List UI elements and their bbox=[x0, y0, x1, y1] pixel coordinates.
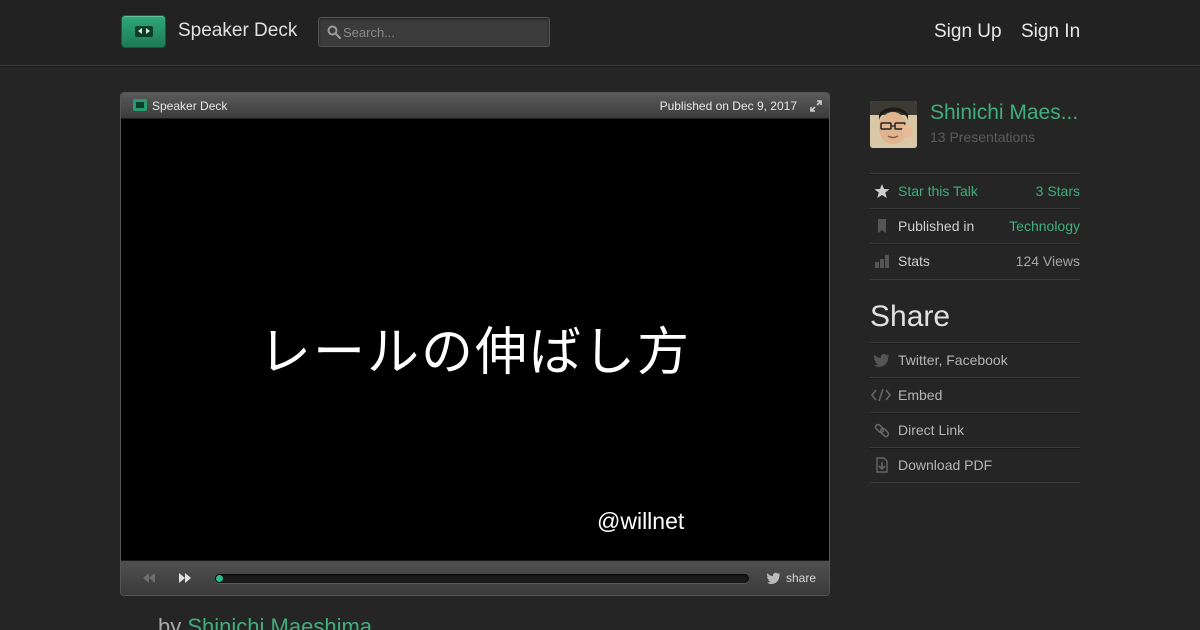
download-pdf-row[interactable]: Download PDF bbox=[870, 447, 1080, 482]
speaker-deck-logo-icon[interactable] bbox=[121, 15, 166, 48]
byline: by Shinichi Maeshima bbox=[158, 614, 372, 630]
author-avatar[interactable] bbox=[870, 101, 917, 148]
divider bbox=[870, 279, 1080, 280]
stats-label: Stats bbox=[898, 253, 930, 269]
twitter-bird-icon bbox=[767, 572, 780, 584]
embed-label[interactable]: Embed bbox=[898, 387, 942, 403]
player-brand[interactable]: Speaker Deck bbox=[152, 99, 227, 113]
share-social-label[interactable]: Twitter, Facebook bbox=[898, 352, 1008, 368]
player-top-bar: Speaker Deck Published on Dec 9, 2017 bbox=[121, 93, 829, 119]
bookmark-icon bbox=[878, 219, 886, 233]
search-icon bbox=[327, 25, 341, 39]
byline-author-link[interactable]: Shinichi Maeshima bbox=[187, 614, 372, 630]
divider bbox=[870, 482, 1080, 483]
link-chain-icon bbox=[874, 423, 890, 438]
published-in-row: Published in Technology bbox=[870, 208, 1080, 243]
direct-link-label[interactable]: Direct Link bbox=[898, 422, 964, 438]
share-heading: Share bbox=[870, 300, 951, 333]
author-name-link[interactable]: Shinichi Maes... bbox=[930, 101, 1080, 125]
star-talk-row[interactable]: Star this Talk 3 Stars bbox=[870, 173, 1080, 208]
star-count: 3 Stars bbox=[1035, 183, 1080, 199]
speaker-deck-mini-logo-icon[interactable] bbox=[133, 99, 147, 111]
byline-prefix: by bbox=[158, 614, 182, 630]
avatar-image bbox=[870, 101, 917, 148]
slide-player: Speaker Deck Published on Dec 9, 2017 レー… bbox=[120, 92, 830, 596]
share-social-row[interactable]: Twitter, Facebook bbox=[870, 342, 1080, 377]
published-in-label: Published in bbox=[898, 218, 975, 234]
twitter-bird-icon bbox=[874, 354, 889, 367]
presentation-count[interactable]: 13 Presentations bbox=[930, 129, 1035, 145]
stats-row[interactable]: Stats 124 Views bbox=[870, 243, 1080, 278]
player-controls: share bbox=[121, 560, 829, 595]
download-file-icon bbox=[876, 457, 888, 473]
direct-link-row[interactable]: Direct Link bbox=[870, 412, 1080, 447]
views-count: 124 Views bbox=[1015, 253, 1080, 269]
star-this-talk-label[interactable]: Star this Talk bbox=[898, 183, 978, 199]
search-box[interactable] bbox=[318, 17, 550, 47]
published-date: Published on Dec 9, 2017 bbox=[659, 99, 797, 113]
sign-in-link[interactable]: Sign In bbox=[1021, 21, 1080, 43]
progress-fill bbox=[216, 575, 223, 582]
bar-chart-icon bbox=[875, 255, 889, 268]
search-input[interactable] bbox=[343, 22, 543, 42]
code-embed-icon bbox=[871, 388, 891, 402]
star-icon bbox=[874, 184, 890, 198]
previous-slide-icon[interactable] bbox=[141, 571, 157, 585]
share-label: share bbox=[786, 571, 817, 585]
slide-author-handle: @willnet bbox=[597, 508, 685, 534]
next-slide-icon[interactable] bbox=[177, 571, 193, 585]
slide-view[interactable]: レールの伸ばし方 @willnet bbox=[121, 120, 829, 562]
brand-name[interactable]: Speaker Deck bbox=[178, 20, 297, 42]
download-pdf-label[interactable]: Download PDF bbox=[898, 457, 992, 473]
sign-up-link[interactable]: Sign Up bbox=[934, 21, 1002, 43]
fullscreen-expand-icon[interactable] bbox=[809, 99, 823, 113]
slide-progress-bar[interactable] bbox=[215, 574, 749, 583]
slide-title: レールの伸ばし方 bbox=[258, 323, 691, 383]
site-header: Speaker Deck Sign Up Sign In bbox=[0, 0, 1200, 66]
embed-row[interactable]: Embed bbox=[870, 377, 1080, 412]
category-link[interactable]: Technology bbox=[1009, 218, 1080, 234]
